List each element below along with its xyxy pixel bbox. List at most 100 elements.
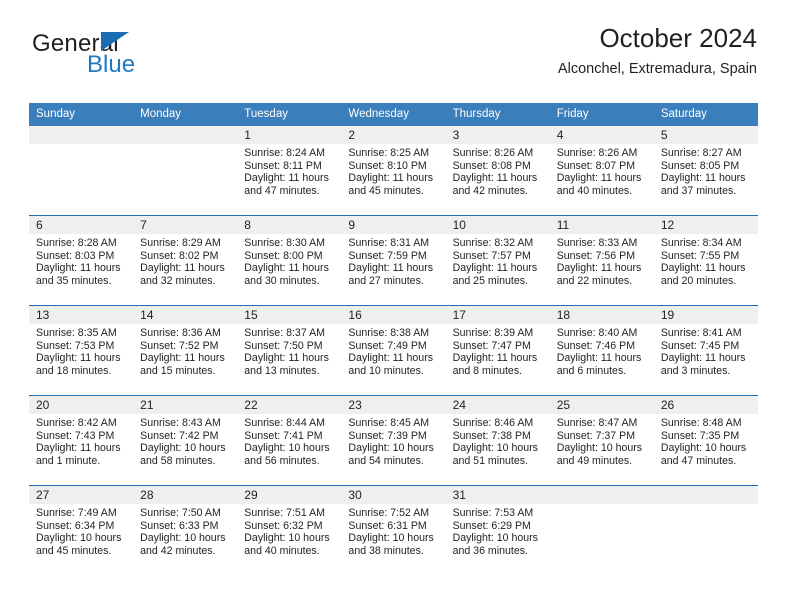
sunset-text: Sunset: 8:10 PM (348, 159, 427, 172)
daylight-text-line1: Daylight: 11 hours (452, 352, 538, 365)
daylight-text-line1: Daylight: 10 hours (452, 532, 538, 545)
calendar-week-row: 27 Sunrise: 7:49 AM Sunset: 6:34 PM Dayligh… (29, 485, 758, 575)
calendar-day-cell[interactable]: 31 Sunrise: 7:53 AM Sunset: 6:29 PM Dayligh… (445, 485, 550, 575)
sunrise-text: Sunrise: 8:30 AM (244, 237, 325, 249)
daylight-text-line1: Daylight: 10 hours (140, 442, 226, 455)
sunrise-text: Sunrise: 7:50 AM (140, 507, 221, 519)
daylight-text-line2: and 22 minutes. (556, 274, 633, 287)
triangle-icon (101, 32, 129, 51)
daylight-text-line1: Daylight: 11 hours (348, 352, 434, 365)
daylight-text-line2: and 58 minutes. (140, 454, 216, 467)
daylight-text-line2: and 10 minutes. (348, 364, 424, 377)
daylight-text-line1: Daylight: 10 hours (348, 532, 434, 545)
calendar-day-cell[interactable] (549, 485, 654, 575)
calendar-day-cell[interactable]: 8 Sunrise: 8:30 AM Sunset: 8:00 PM Daylight… (237, 215, 342, 306)
calendar-day-cell[interactable]: 24 Sunrise: 8:46 AM Sunset: 7:38 PM Dayligh… (445, 395, 550, 486)
calendar-day-cell[interactable]: 3 Sunrise: 8:26 AM Sunset: 8:08 PM Daylight… (445, 126, 550, 216)
calendar-day-cell[interactable]: 20 Sunrise: 8:42 AM Sunset: 7:43 PM Dayligh… (29, 395, 134, 486)
daylight-text-line2: and 36 minutes. (452, 544, 528, 557)
daylight-text-line2: and 47 minutes. (660, 454, 737, 467)
daylight-text-line1: Daylight: 10 hours (348, 442, 434, 455)
sunset-text: Sunset: 7:43 PM (36, 429, 115, 442)
daylight-text-line1: Daylight: 11 hours (244, 352, 329, 365)
sunset-text: Sunset: 8:08 PM (452, 159, 531, 172)
calendar-day-cell[interactable]: 23 Sunrise: 8:45 AM Sunset: 7:39 PM Dayligh… (341, 395, 446, 486)
calendar-day-cell[interactable]: 29 Sunrise: 7:51 AM Sunset: 6:32 PM Dayligh… (237, 485, 342, 575)
weekday-header-tuesday: Tuesday (237, 103, 342, 126)
sunrise-text: Sunrise: 8:39 AM (452, 327, 534, 339)
brand-logo[interactable]: General Blue (29, 24, 279, 84)
daylight-text-line2: and 35 minutes. (36, 274, 112, 287)
calendar-day-cell[interactable]: 26 Sunrise: 8:48 AM Sunset: 7:35 PM Dayligh… (653, 395, 758, 486)
calendar-day-cell[interactable]: 28 Sunrise: 7:50 AM Sunset: 6:33 PM Dayligh… (133, 485, 238, 575)
day-details (133, 144, 237, 147)
calendar-day-cell[interactable]: 17 Sunrise: 8:39 AM Sunset: 7:47 PM Dayligh… (445, 305, 550, 396)
day-details: Sunrise: 8:24 AM Sunset: 8:11 PM Daylight:… (237, 144, 341, 197)
calendar-day-cell[interactable]: 10 Sunrise: 8:32 AM Sunset: 7:57 PM Dayligh… (445, 215, 550, 306)
daylight-text-line1: Daylight: 11 hours (244, 172, 329, 185)
sunrise-text: Sunrise: 8:45 AM (348, 417, 430, 429)
daylight-text-line2: and 40 minutes. (244, 544, 320, 557)
sunset-text: Sunset: 6:32 PM (244, 519, 323, 532)
day-number: 8 (237, 216, 342, 234)
daylight-text-line2: and 32 minutes. (140, 274, 216, 287)
calendar-day-cell[interactable]: 22 Sunrise: 8:44 AM Sunset: 7:41 PM Dayligh… (237, 395, 342, 486)
weekday-header-friday: Friday (549, 103, 654, 126)
daylight-text-line2: and 1 minute. (36, 454, 101, 467)
day-number: 12 (653, 216, 758, 234)
daylight-text-line1: Daylight: 11 hours (556, 352, 642, 365)
calendar-day-cell[interactable]: 19 Sunrise: 8:41 AM Sunset: 7:45 PM Dayligh… (653, 305, 758, 396)
sunset-text: Sunset: 6:33 PM (140, 519, 219, 532)
day-details: Sunrise: 8:31 AM Sunset: 7:59 PM Daylight:… (341, 234, 445, 287)
daylight-text-line2: and 54 minutes. (348, 454, 424, 467)
sunrise-text: Sunrise: 8:37 AM (244, 327, 325, 339)
calendar-day-cell[interactable]: 27 Sunrise: 7:49 AM Sunset: 6:34 PM Dayligh… (29, 485, 134, 575)
sunrise-text: Sunrise: 8:48 AM (660, 417, 742, 429)
calendar-day-cell[interactable] (133, 126, 238, 216)
day-details: Sunrise: 8:30 AM Sunset: 8:00 PM Daylight:… (237, 234, 341, 287)
day-number: 23 (341, 396, 446, 414)
calendar-body: 1 Sunrise: 8:24 AM Sunset: 8:11 PM Daylight… (29, 126, 758, 575)
calendar-day-cell[interactable]: 21 Sunrise: 8:43 AM Sunset: 7:42 PM Dayligh… (133, 395, 238, 486)
daylight-text-line1: Daylight: 10 hours (140, 532, 226, 545)
day-number: 3 (445, 126, 550, 144)
calendar-day-cell[interactable]: 2 Sunrise: 8:25 AM Sunset: 8:10 PM Daylight… (341, 126, 446, 216)
daylight-text-line2: and 20 minutes. (660, 274, 737, 287)
calendar-day-cell[interactable]: 5 Sunrise: 8:27 AM Sunset: 8:05 PM Daylight… (653, 126, 758, 216)
daylight-text-line2: and 45 minutes. (36, 544, 112, 557)
calendar-day-cell[interactable]: 14 Sunrise: 8:36 AM Sunset: 7:52 PM Dayligh… (133, 305, 238, 396)
sunrise-text: Sunrise: 8:26 AM (556, 147, 638, 159)
calendar-day-cell[interactable]: 12 Sunrise: 8:34 AM Sunset: 7:55 PM Dayligh… (653, 215, 758, 306)
day-details (550, 504, 654, 507)
calendar-week-row: 1 Sunrise: 8:24 AM Sunset: 8:11 PM Daylight… (29, 126, 758, 216)
day-number: 5 (653, 126, 758, 144)
calendar-day-cell[interactable]: 4 Sunrise: 8:26 AM Sunset: 8:07 PM Daylight… (549, 126, 654, 216)
daylight-text-line2: and 42 minutes. (140, 544, 216, 557)
page-header: General Blue October 2024 Alconchel, Ext… (29, 23, 757, 96)
calendar-day-cell[interactable]: 1 Sunrise: 8:24 AM Sunset: 8:11 PM Daylight… (237, 126, 342, 216)
calendar-day-cell[interactable] (29, 126, 134, 216)
sunset-text: Sunset: 7:56 PM (556, 249, 636, 262)
calendar-day-cell[interactable]: 25 Sunrise: 8:47 AM Sunset: 7:37 PM Dayligh… (549, 395, 654, 486)
calendar-day-cell[interactable]: 18 Sunrise: 8:40 AM Sunset: 7:46 PM Dayligh… (549, 305, 654, 396)
sunset-text: Sunset: 7:35 PM (660, 429, 740, 442)
calendar-page: General Blue October 2024 Alconchel, Ext… (0, 0, 792, 612)
daylight-text-line1: Daylight: 11 hours (660, 352, 746, 365)
calendar-grid: Sunday Monday Tuesday Wednesday Thursday… (29, 103, 758, 575)
calendar-day-cell[interactable] (653, 485, 758, 575)
calendar-day-cell[interactable]: 13 Sunrise: 8:35 AM Sunset: 7:53 PM Dayligh… (29, 305, 134, 396)
day-number: 26 (653, 396, 758, 414)
calendar-day-cell[interactable]: 11 Sunrise: 8:33 AM Sunset: 7:56 PM Dayligh… (549, 215, 654, 306)
daylight-text-line2: and 13 minutes. (244, 364, 320, 377)
calendar-day-cell[interactable]: 6 Sunrise: 8:28 AM Sunset: 8:03 PM Daylight… (29, 215, 134, 306)
calendar-day-cell[interactable]: 16 Sunrise: 8:38 AM Sunset: 7:49 PM Dayligh… (341, 305, 446, 396)
weekday-header-sunday: Sunday (29, 103, 134, 126)
day-details: Sunrise: 8:39 AM Sunset: 7:47 PM Daylight:… (446, 324, 550, 377)
calendar-day-cell[interactable]: 9 Sunrise: 8:31 AM Sunset: 7:59 PM Daylight… (341, 215, 446, 306)
calendar-day-cell[interactable]: 30 Sunrise: 7:52 AM Sunset: 6:31 PM Dayligh… (341, 485, 446, 575)
daylight-text-line1: Daylight: 10 hours (660, 442, 747, 455)
calendar-day-cell[interactable]: 7 Sunrise: 8:29 AM Sunset: 8:02 PM Daylight… (133, 215, 238, 306)
sunrise-text: Sunrise: 8:31 AM (348, 237, 430, 249)
weekday-header-monday: Monday (133, 103, 238, 126)
calendar-day-cell[interactable]: 15 Sunrise: 8:37 AM Sunset: 7:50 PM Dayligh… (237, 305, 342, 396)
